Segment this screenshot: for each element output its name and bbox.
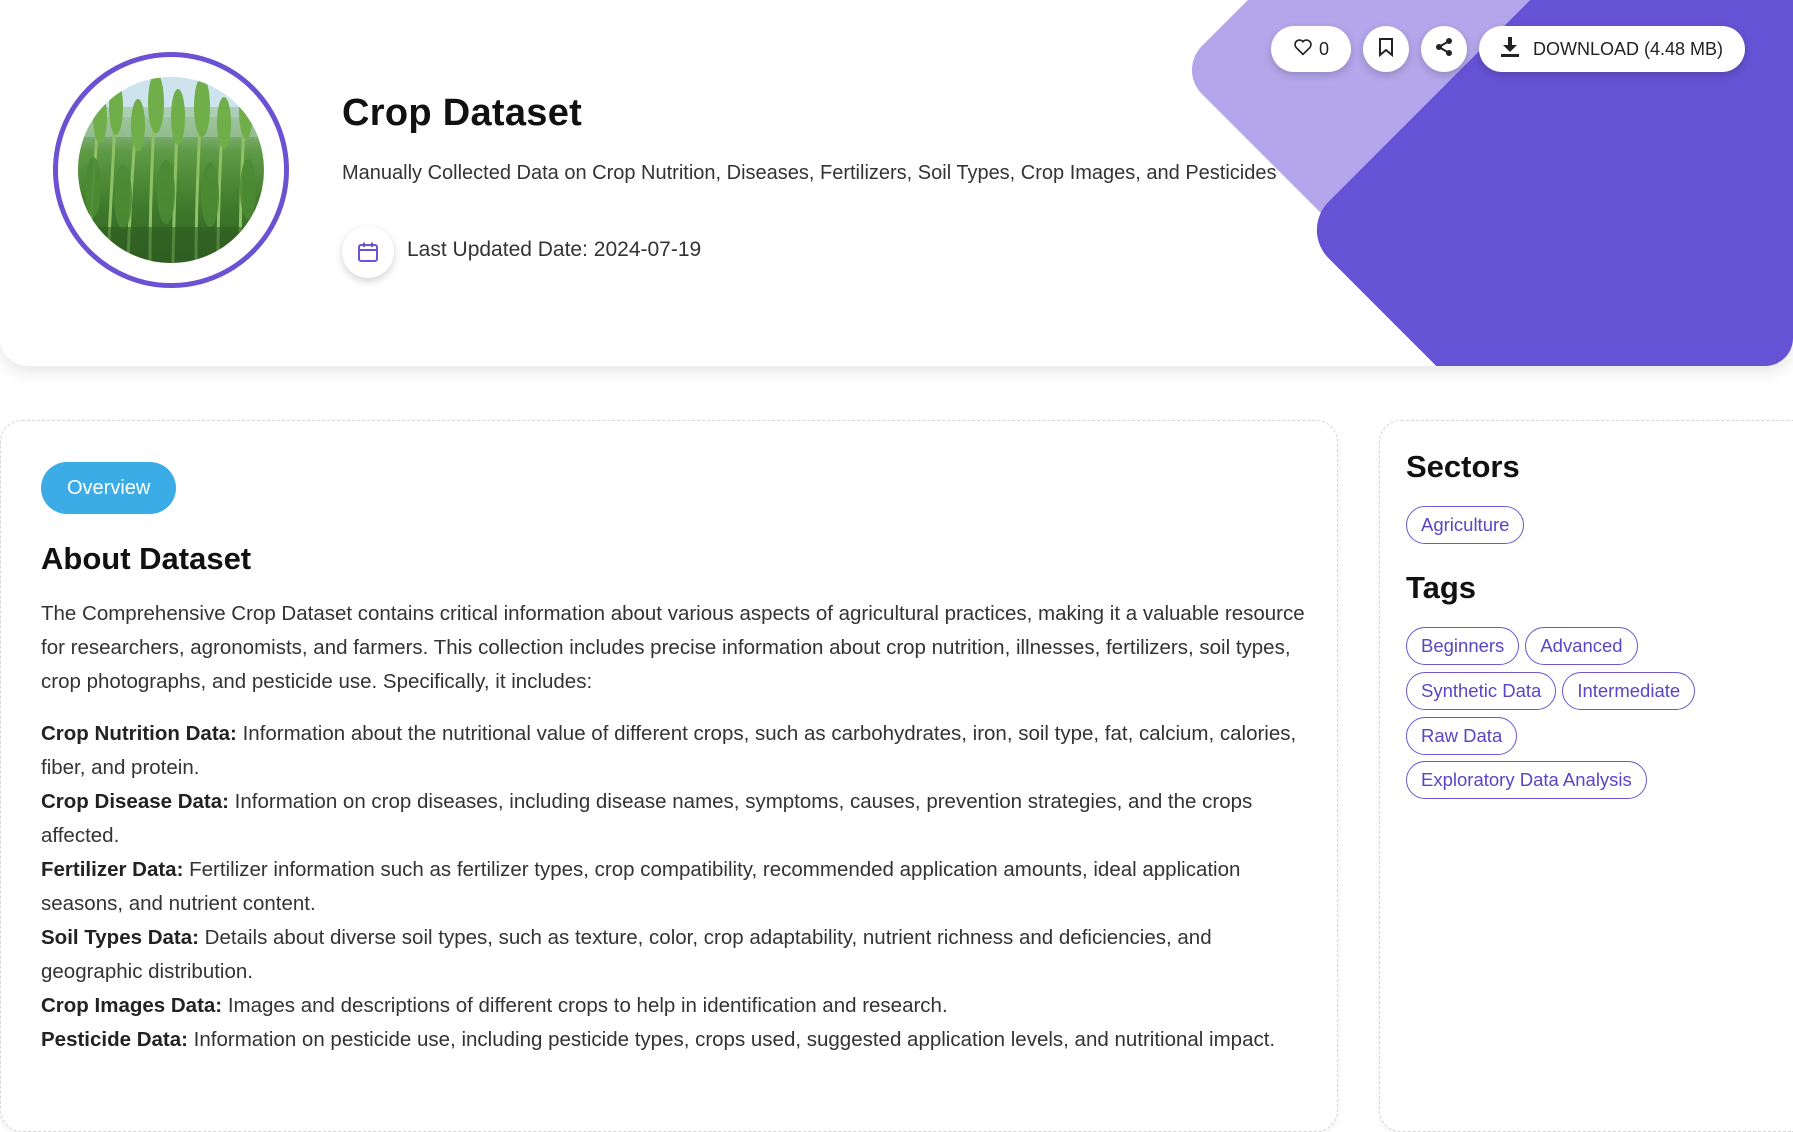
overview-panel: Overview About Dataset The Comprehensive… [0, 420, 1338, 1132]
tag-chip[interactable]: Intermediate [1562, 672, 1696, 710]
dataset-title: Crop Dataset [342, 92, 583, 134]
tab-overview[interactable]: Overview [41, 462, 177, 514]
share-button[interactable] [1420, 26, 1467, 72]
list-item: Soil Types Data: Details about diverse s… [41, 921, 1311, 989]
sector-chip[interactable]: Agriculture [1406, 506, 1525, 544]
last-updated-date: Last Updated Date: 2024-07-19 [407, 238, 702, 261]
sectors-heading: Sectors [1406, 449, 1520, 484]
tag-chip[interactable]: Advanced [1525, 627, 1638, 665]
sectors-list: Agriculture [1406, 506, 1525, 544]
item-label: Soil Types Data: [41, 926, 199, 949]
about-body: The Comprehensive Crop Dataset contains … [41, 597, 1311, 1057]
bookmark-icon [1378, 37, 1394, 62]
tags-row: Synthetic Data Intermediate [1406, 672, 1696, 710]
heart-icon [1293, 38, 1313, 61]
tag-chip[interactable]: Synthetic Data [1406, 672, 1557, 710]
download-icon [1499, 36, 1521, 63]
tag-chip[interactable]: Raw Data [1406, 717, 1518, 755]
list-item: Crop Disease Data: Information on crop d… [41, 785, 1311, 853]
tags-row: Raw Data [1406, 717, 1518, 755]
download-label: DOWNLOAD (4.48 MB) [1532, 38, 1723, 59]
like-count: 0 [1318, 38, 1329, 59]
item-text: Information on pesticide use, including … [187, 1028, 1276, 1051]
tags-heading: Tags [1406, 570, 1477, 605]
about-intro: The Comprehensive Crop Dataset contains … [41, 602, 1305, 693]
download-button[interactable]: DOWNLOAD (4.48 MB) [1478, 26, 1745, 72]
dataset-header: Crop Dataset Manually Collected Data on … [0, 0, 1793, 366]
tag-chip[interactable]: Beginners [1406, 627, 1520, 665]
like-button[interactable]: 0 [1270, 26, 1351, 72]
share-icon [1434, 37, 1454, 62]
list-item: Fertilizer Data: Fertilizer information … [41, 853, 1311, 921]
dataset-avatar [53, 52, 289, 288]
about-title: About Dataset [41, 541, 252, 576]
list-item: Pesticide Data: Information on pesticide… [41, 1023, 1311, 1057]
bookmark-button[interactable] [1362, 26, 1409, 72]
dataset-image [78, 77, 264, 263]
calendar-icon [342, 226, 394, 278]
tags-row: Exploratory Data Analysis [1406, 761, 1647, 799]
dataset-subtitle: Manually Collected Data on Crop Nutritio… [342, 162, 1277, 184]
sidebar-panel: Sectors Agriculture Tags Beginners Advan… [1379, 420, 1793, 1132]
item-label: Pesticide Data: [41, 1028, 188, 1051]
item-text: Details about diverse soil types, such a… [41, 926, 1212, 983]
item-label: Fertilizer Data: [41, 858, 184, 881]
dataset-page: Crop Dataset Manually Collected Data on … [0, 0, 1793, 1132]
list-item: Crop Images Data: Images and description… [41, 989, 1311, 1023]
item-label: Crop Images Data: [41, 994, 223, 1017]
item-label: Crop Nutrition Data: [41, 722, 237, 745]
tag-chip[interactable]: Exploratory Data Analysis [1406, 761, 1647, 799]
list-item: Crop Nutrition Data: Information about t… [41, 717, 1311, 785]
item-label: Crop Disease Data: [41, 790, 229, 813]
tags-row: Beginners Advanced [1406, 627, 1638, 665]
header-actions: 0 DOWNLOAD (4.48 MB) [1270, 26, 1745, 72]
item-text: Images and descriptions of different cro… [222, 994, 948, 1017]
item-text: Fertilizer information such as fertilize… [41, 858, 1241, 915]
